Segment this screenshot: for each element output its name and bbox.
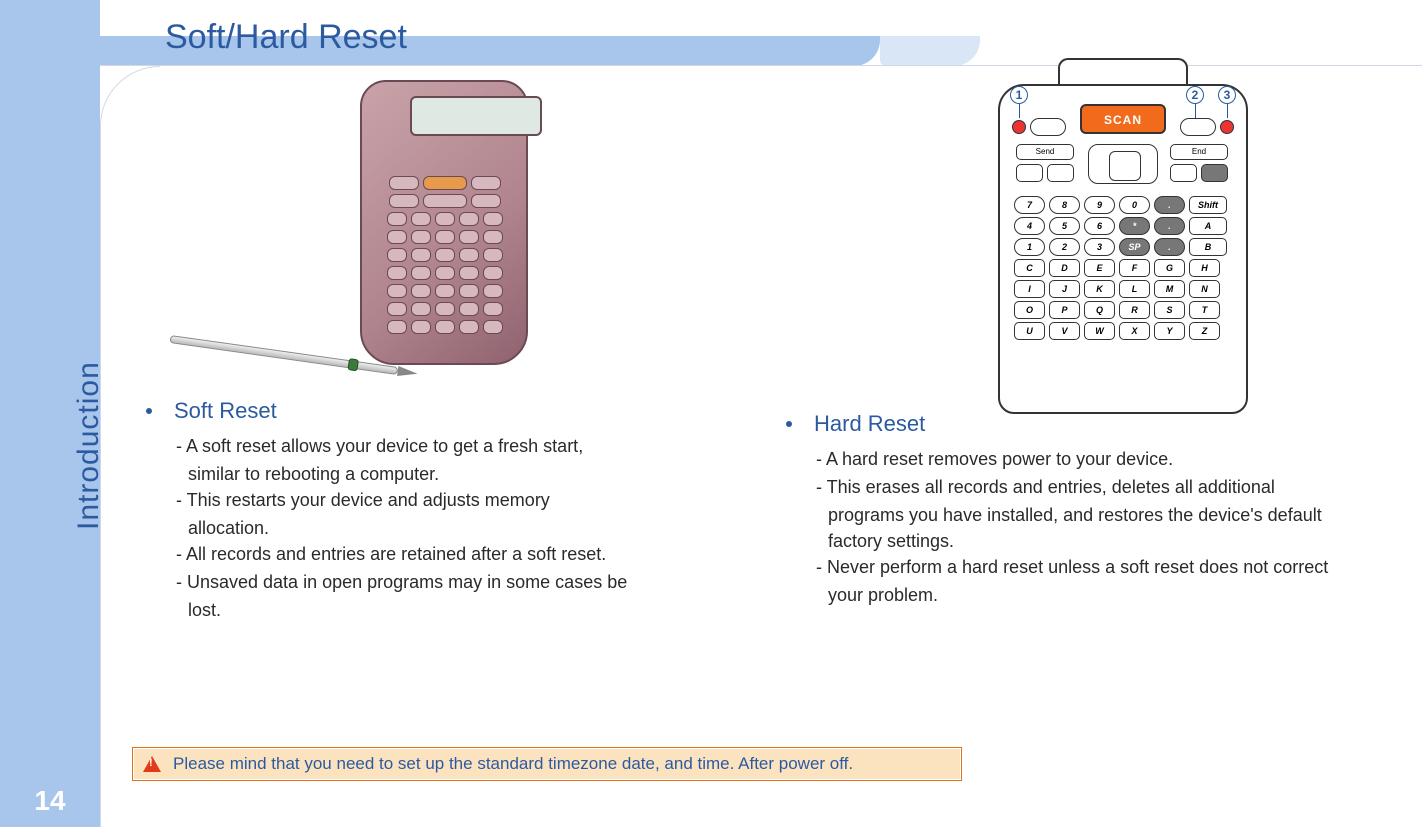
callout-2: 2 — [1186, 86, 1204, 104]
soft-reset-section: Soft Reset - A soft reset allows your de… — [140, 395, 700, 624]
power-led-icon — [1012, 120, 1026, 134]
page-number: 14 — [0, 779, 100, 827]
hard-reset-heading: Hard Reset — [780, 408, 1400, 440]
soft-reset-illustration — [330, 80, 540, 390]
right-soft-button — [1180, 118, 1216, 136]
callout-3: 3 — [1218, 86, 1236, 104]
soft-reset-line: lost. — [176, 597, 700, 623]
manual-page: Introduction 14 Soft/Hard Reset — [0, 0, 1422, 827]
soft-reset-heading: Soft Reset — [140, 395, 700, 427]
alpha-numeric-keypad: 7890.Shift 456*.A 123SP.B CDEFGH IJKLMN … — [1014, 196, 1232, 396]
status-led-icon — [1220, 120, 1234, 134]
scan-button: SCAN — [1080, 104, 1166, 134]
hard-reset-line: your problem. — [816, 582, 1400, 608]
soft-reset-line: - This restarts your device and adjusts … — [176, 487, 700, 513]
content-corner — [100, 66, 160, 126]
soft-reset-line: allocation. — [176, 515, 700, 541]
content-left-rule — [100, 126, 101, 827]
section-label: Introduction — [72, 330, 114, 530]
end-key-group: End — [1170, 144, 1230, 184]
bullet-icon — [786, 421, 792, 427]
hard-reset-line: factory settings. — [816, 528, 1400, 554]
hard-reset-line: - This erases all records and entries, d… — [816, 474, 1400, 500]
hard-reset-line: programs you have installed, and restore… — [816, 502, 1400, 528]
warning-icon — [143, 756, 161, 772]
soft-reset-line: similar to rebooting a computer. — [176, 461, 700, 487]
soft-reset-line: - All records and entries are retained a… — [176, 541, 700, 567]
hard-reset-line: - A hard reset removes power to your dev… — [816, 446, 1400, 472]
page-title: Soft/Hard Reset — [165, 18, 407, 57]
left-soft-button — [1030, 118, 1066, 136]
hard-reset-section: Hard Reset - A hard reset removes power … — [780, 408, 1400, 608]
bullet-icon — [146, 408, 152, 414]
dpad — [1088, 144, 1158, 184]
warning-note: Please mind that you need to set up the … — [132, 747, 962, 781]
callout-1: 1 — [1010, 86, 1028, 104]
send-key-group: Send — [1016, 144, 1076, 184]
soft-reset-line: - A soft reset allows your device to get… — [176, 433, 700, 459]
section-sidebar: Introduction 14 — [0, 0, 100, 827]
hard-reset-line: - Never perform a hard reset unless a so… — [816, 554, 1400, 580]
hard-reset-illustration: 1 2 3 SCAN Send End 7890.Shift 456*.A 12… — [988, 58, 1258, 418]
soft-reset-line: - Unsaved data in open programs may in s… — [176, 569, 700, 595]
warning-text: Please mind that you need to set up the … — [173, 754, 853, 774]
